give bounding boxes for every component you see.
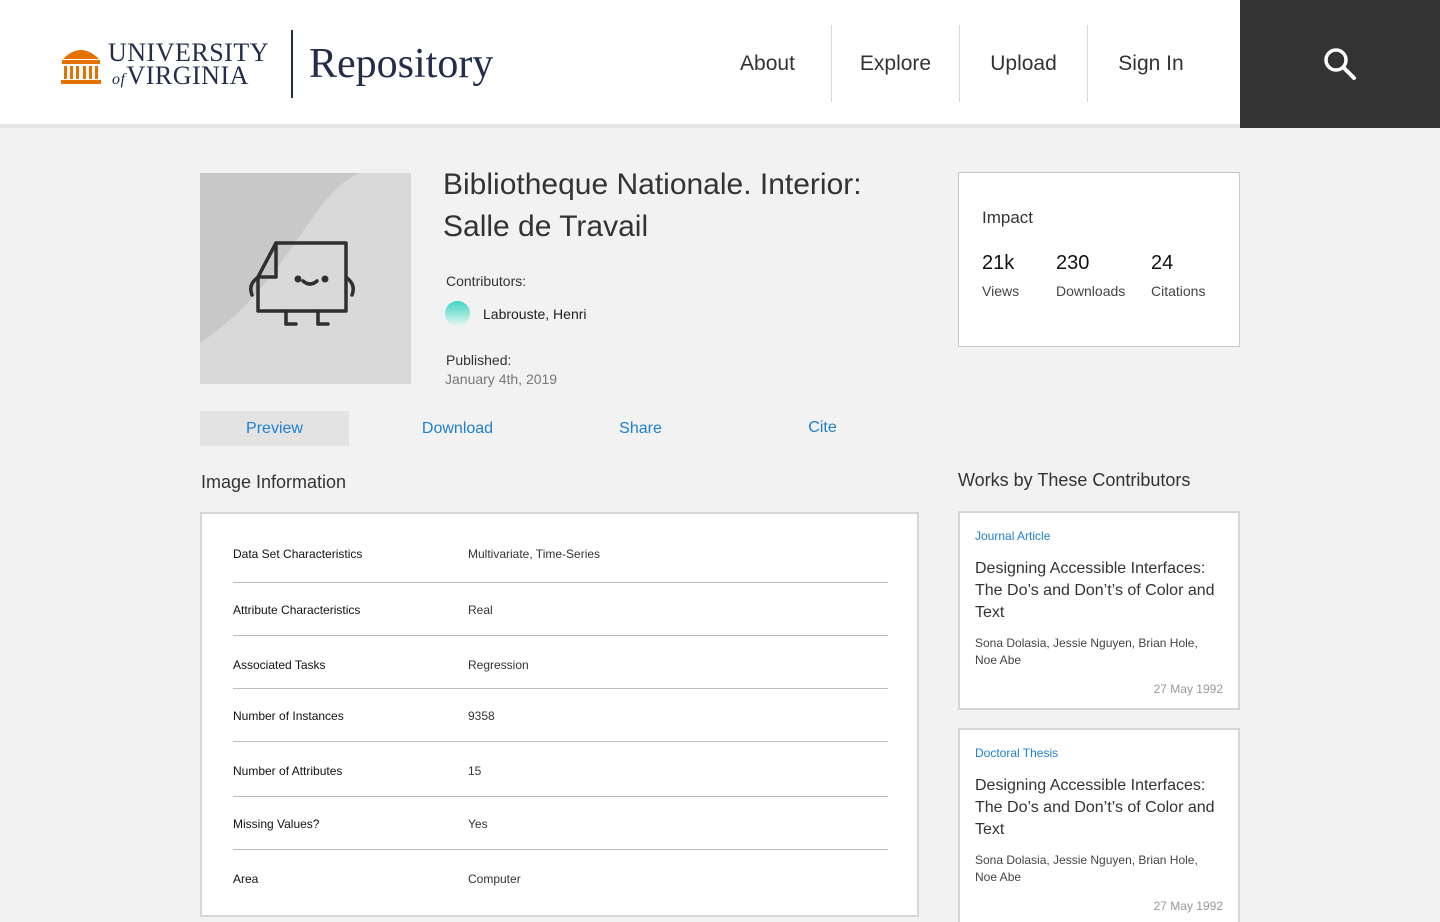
table-row: Data Set Characteristics Multivariate, T… bbox=[233, 514, 888, 583]
downloads-label: Downloads bbox=[1056, 283, 1126, 299]
repository-wordmark: Repository bbox=[309, 41, 494, 87]
logo-divider bbox=[291, 30, 293, 98]
image-info-table: Data Set Characteristics Multivariate, T… bbox=[200, 512, 919, 917]
work-type[interactable]: Journal Article bbox=[975, 529, 1050, 543]
citations-count: 24 bbox=[1151, 252, 1174, 274]
info-key: Associated Tasks bbox=[233, 658, 326, 672]
uva-wordmark: UNIVERSITY ofVIRGINIA bbox=[60, 39, 269, 90]
image-info-title: Image Information bbox=[201, 472, 347, 492]
table-row: Attribute Characteristics Real bbox=[233, 583, 888, 636]
avatar[interactable] bbox=[445, 301, 470, 326]
work-date: 27 May 1992 bbox=[1153, 682, 1223, 696]
contributor-name[interactable]: Labrouste, Henri bbox=[483, 306, 587, 322]
info-key: Data Set Characteristics bbox=[233, 547, 363, 561]
site-logo[interactable]: UNIVERSITY ofVIRGINIA Repository bbox=[60, 30, 493, 98]
info-key: Number of Instances bbox=[233, 709, 344, 723]
rotunda-icon bbox=[61, 50, 101, 84]
impact-card: Impact 21k Views 230 Downloads 24 Citati… bbox=[958, 172, 1240, 347]
tab-share[interactable]: Share bbox=[566, 411, 715, 446]
item-title: Bibliotheque Nationale. Interior: Salle … bbox=[443, 168, 862, 243]
table-row: Missing Values? Yes bbox=[233, 797, 888, 850]
work-date: 27 May 1992 bbox=[1153, 899, 1223, 913]
file-character-icon bbox=[200, 173, 411, 384]
info-value: Yes bbox=[468, 817, 488, 831]
info-value: Real bbox=[468, 603, 493, 617]
info-value: Computer bbox=[468, 872, 521, 886]
uva-line-2: VIRGINIA bbox=[126, 61, 249, 90]
info-value: 9358 bbox=[468, 709, 495, 723]
work-authors: Sona Dolasia, Jessie Nguyen, Brian Hole,… bbox=[975, 636, 1198, 667]
tab-preview[interactable]: Preview bbox=[200, 411, 349, 446]
work-title[interactable]: Designing Accessible Interfaces: The Do’… bbox=[975, 775, 1230, 841]
downloads-count: 230 bbox=[1056, 252, 1090, 274]
table-row: Number of Attributes 15 bbox=[233, 742, 888, 797]
views-label: Views bbox=[982, 283, 1020, 299]
info-key: Attribute Characteristics bbox=[233, 603, 361, 617]
site-header: UNIVERSITY ofVIRGINIA Repository About E… bbox=[0, 0, 1440, 128]
nav-about[interactable]: About bbox=[705, 25, 830, 102]
info-value: Multivariate, Time-Series bbox=[468, 547, 601, 561]
search-icon bbox=[1324, 48, 1356, 80]
nav-explore[interactable]: Explore bbox=[832, 25, 959, 102]
info-key: Area bbox=[233, 872, 259, 886]
views-count: 21k bbox=[982, 252, 1015, 274]
works-title: Works by These Contributors bbox=[958, 470, 1191, 490]
contributors-label: Contributors: bbox=[446, 273, 527, 289]
info-value: Regression bbox=[468, 658, 529, 672]
impact-title: Impact bbox=[982, 208, 1034, 227]
info-value: 15 bbox=[468, 764, 482, 778]
info-key: Number of Attributes bbox=[233, 764, 343, 778]
search-button[interactable] bbox=[1240, 0, 1440, 128]
published-date: January 4th, 2019 bbox=[445, 371, 558, 387]
table-row: Area Computer bbox=[233, 850, 888, 910]
info-key: Missing Values? bbox=[233, 817, 320, 831]
work-authors: Sona Dolasia, Jessie Nguyen, Brian Hole,… bbox=[975, 853, 1198, 884]
tab-download[interactable]: Download bbox=[383, 411, 532, 446]
work-card[interactable]: Journal Article Designing Accessible Int… bbox=[958, 511, 1240, 710]
item-thumbnail[interactable] bbox=[200, 173, 411, 384]
work-type[interactable]: Doctoral Thesis bbox=[975, 746, 1058, 760]
work-card[interactable]: Doctoral Thesis Designing Accessible Int… bbox=[958, 728, 1240, 922]
table-row: Number of Instances 9358 bbox=[233, 689, 888, 742]
nav-upload[interactable]: Upload bbox=[960, 25, 1087, 102]
published-label: Published: bbox=[446, 352, 512, 368]
nav-sign-in[interactable]: Sign In bbox=[1088, 25, 1214, 102]
tab-cite[interactable]: Cite bbox=[748, 410, 897, 445]
table-row: Associated Tasks Regression bbox=[233, 636, 888, 689]
work-title[interactable]: Designing Accessible Interfaces: The Do’… bbox=[975, 558, 1230, 624]
citations-label: Citations bbox=[1151, 283, 1206, 299]
uva-of: of bbox=[112, 71, 126, 88]
